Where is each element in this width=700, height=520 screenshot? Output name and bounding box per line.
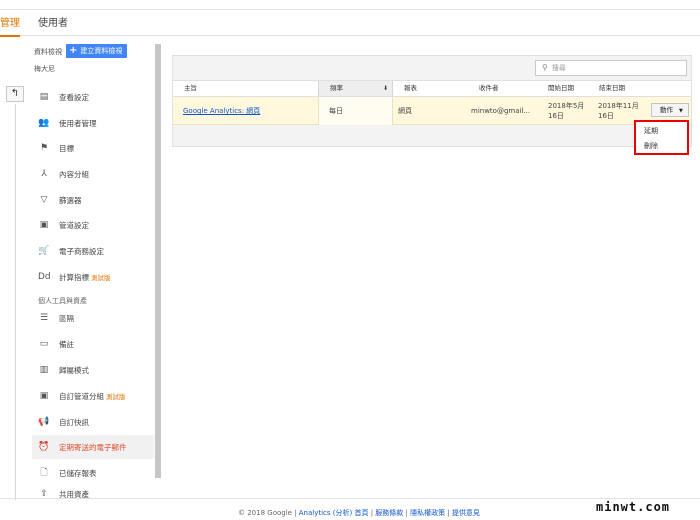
beta-badge: 測試版 bbox=[91, 274, 111, 282]
column-header-recipient[interactable]: 收件者 bbox=[468, 81, 543, 96]
calculated-metrics-icon: Dd bbox=[38, 272, 51, 282]
action-dropdown-button[interactable]: 動作 ▼ bbox=[651, 103, 689, 117]
filter-icon: ▽ bbox=[40, 195, 48, 205]
footer-text: © 2018 Google | Analytics (分析) 首頁 | 服務條款… bbox=[238, 509, 480, 517]
search-icon: ⚲ bbox=[542, 63, 548, 72]
nav-item-calculated-metrics[interactable]: Dd 計算指標 測試版 bbox=[32, 265, 154, 289]
column-header-end-date[interactable]: 結束日期 bbox=[588, 81, 648, 96]
nav-item-label: 內容分組 bbox=[59, 169, 89, 179]
nav-item-label: 歸屬模式 bbox=[59, 365, 89, 375]
footer-link-feedback[interactable]: 提供意見 bbox=[452, 509, 480, 517]
table-row: Google Analytics: 網頁 每日 網頁 minwto@gmail.… bbox=[173, 97, 691, 125]
create-view-label: 建立資料檢視 bbox=[80, 47, 123, 55]
nav-item-label: 計算指標 bbox=[59, 272, 89, 282]
attribution-icon: ▥ bbox=[39, 365, 49, 375]
footer-link-analytics-home[interactable]: Analytics (分析) 首頁 bbox=[299, 509, 369, 517]
nav-item-label: 目標 bbox=[59, 143, 74, 153]
nav-item-label: 自訂快訊 bbox=[59, 417, 89, 427]
nav-item-segments[interactable]: ☰ 區隔 bbox=[32, 306, 154, 330]
recipient-cell: minwto@gmail... bbox=[471, 107, 531, 115]
nav-item-share-assets[interactable]: ⇪ 共用資產 bbox=[32, 486, 154, 498]
custom-channel-icon: ▣ bbox=[39, 391, 49, 401]
column-header-report[interactable]: 報表 bbox=[393, 81, 468, 96]
menu-item-extend[interactable]: 延期 bbox=[644, 126, 658, 136]
users-icon: 👥 bbox=[38, 118, 50, 128]
scheduled-emails-panel: ⚲ 搜尋 主旨 頻率 ⬇ 報表 收件者 開始日期 結束日期 Google Analy… bbox=[172, 55, 692, 147]
annotations-icon: ▭ bbox=[39, 339, 49, 349]
footer-link-privacy[interactable]: 隱私權政策 bbox=[410, 509, 445, 517]
nav-item-user-management[interactable]: 👥 使用者管理 bbox=[32, 111, 154, 135]
tab-bar: 管理 使用者 bbox=[0, 10, 700, 37]
nav-item-label: 共用資產 bbox=[59, 490, 89, 498]
tab-users[interactable]: 使用者 bbox=[38, 14, 68, 29]
nav-item-label: 管道設定 bbox=[59, 220, 89, 230]
column-header-frequency[interactable]: 頻率 ⬇ bbox=[318, 81, 393, 96]
view-label: 資料檢視 bbox=[34, 48, 62, 56]
top-bar bbox=[0, 0, 700, 10]
nav-item-label: 查看設定 bbox=[59, 92, 89, 102]
frequency-cell: 每日 bbox=[318, 97, 393, 125]
plus-icon: + bbox=[69, 45, 78, 56]
channel-settings-icon: ▣ bbox=[39, 220, 49, 230]
start-date-cell: 2018年5月16日 bbox=[548, 102, 585, 120]
action-menu: 延期 刪除 bbox=[634, 120, 689, 155]
nav-item-view-settings[interactable]: ▤ 查看設定 bbox=[32, 85, 154, 109]
view-name: 梅大尼 bbox=[34, 65, 55, 73]
nav-item-scheduled-emails[interactable]: ⏰ 定期寄送的電子郵件 bbox=[32, 435, 154, 459]
content-group-icon: ⅄ bbox=[41, 169, 47, 179]
search-placeholder: 搜尋 bbox=[551, 64, 566, 72]
document-icon: ▤ bbox=[39, 92, 49, 102]
scheduled-email-icon: ⏰ bbox=[38, 442, 50, 452]
alerts-icon: 📢 bbox=[38, 417, 50, 427]
table-header: 主旨 頻率 ⬇ 報表 收件者 開始日期 結束日期 bbox=[173, 80, 691, 97]
nav-item-attribution-models[interactable]: ▥ 歸屬模式 bbox=[32, 358, 154, 382]
nav-item-custom-alerts[interactable]: 📢 自訂快訊 bbox=[32, 410, 154, 434]
nav-item-label: 已儲存報表 bbox=[59, 468, 97, 478]
create-view-button[interactable]: + 建立資料檢視 bbox=[66, 44, 127, 58]
column-header-label: 頻率 bbox=[330, 84, 343, 92]
sidebar-scrollbar[interactable] bbox=[155, 44, 161, 478]
caret-down-icon: ▼ bbox=[679, 108, 683, 114]
nav-item-label: 自訂管道分組 bbox=[59, 391, 104, 401]
nav-item-label: 使用者管理 bbox=[59, 118, 97, 128]
column-header-subject[interactable]: 主旨 bbox=[173, 81, 318, 96]
menu-item-delete[interactable]: 刪除 bbox=[644, 141, 658, 151]
nav-section-title: 個人工具與資產 bbox=[38, 297, 87, 305]
search-input[interactable]: ⚲ 搜尋 bbox=[535, 60, 687, 76]
action-button-label: 動作 bbox=[660, 106, 673, 114]
nav-item-label: 區隔 bbox=[59, 313, 74, 323]
nav-item-saved-reports[interactable]: 🗋 已儲存報表 bbox=[32, 461, 154, 485]
tab-admin[interactable]: 管理 bbox=[0, 14, 20, 37]
copyright: © 2018 Google | bbox=[238, 509, 299, 517]
subject-link[interactable]: Google Analytics: 網頁 bbox=[183, 106, 260, 116]
segments-icon: ☰ bbox=[39, 313, 49, 323]
nav-item-label: 電子商務設定 bbox=[59, 246, 104, 256]
nav-item-content-grouping[interactable]: ⅄ 內容分組 bbox=[32, 162, 154, 186]
nav-item-annotations[interactable]: ▭ 備註 bbox=[32, 332, 154, 356]
report-cell: 網頁 bbox=[398, 107, 412, 115]
nav-item-ecommerce-settings[interactable]: 🛒 電子商務設定 bbox=[32, 239, 154, 263]
nav-item-filters[interactable]: ▽ 篩選器 bbox=[32, 188, 154, 212]
cart-icon: 🛒 bbox=[38, 246, 50, 256]
nav-item-goals[interactable]: ⚑ 目標 bbox=[32, 136, 154, 160]
watermark: minwt.com bbox=[596, 500, 671, 514]
subject-cell: Google Analytics: 網頁 bbox=[173, 97, 318, 125]
flag-icon: ⚑ bbox=[39, 143, 49, 153]
footer-link-terms[interactable]: 服務條款 bbox=[375, 509, 403, 517]
back-arrow-icon[interactable]: ↰ bbox=[6, 86, 24, 102]
column-divider bbox=[15, 104, 16, 500]
share-assets-icon: ⇪ bbox=[40, 489, 48, 498]
column-header-start-date[interactable]: 開始日期 bbox=[537, 81, 592, 96]
nav-item-channel-settings[interactable]: ▣ 管道設定 bbox=[32, 213, 154, 237]
beta-badge: 測試版 bbox=[106, 393, 126, 401]
nav-item-label: 定期寄送的電子郵件 bbox=[59, 442, 127, 452]
nav-item-label: 篩選器 bbox=[59, 195, 82, 205]
nav-item-label: 備註 bbox=[59, 339, 74, 349]
saved-reports-icon: 🗋 bbox=[40, 468, 48, 478]
footer: © 2018 Google | Analytics (分析) 首頁 | 服務條款… bbox=[0, 498, 700, 520]
nav-item-custom-channel-grouping[interactable]: ▣ 自訂管道分組 測試版 bbox=[32, 384, 154, 408]
sort-down-icon: ⬇ bbox=[382, 85, 388, 92]
